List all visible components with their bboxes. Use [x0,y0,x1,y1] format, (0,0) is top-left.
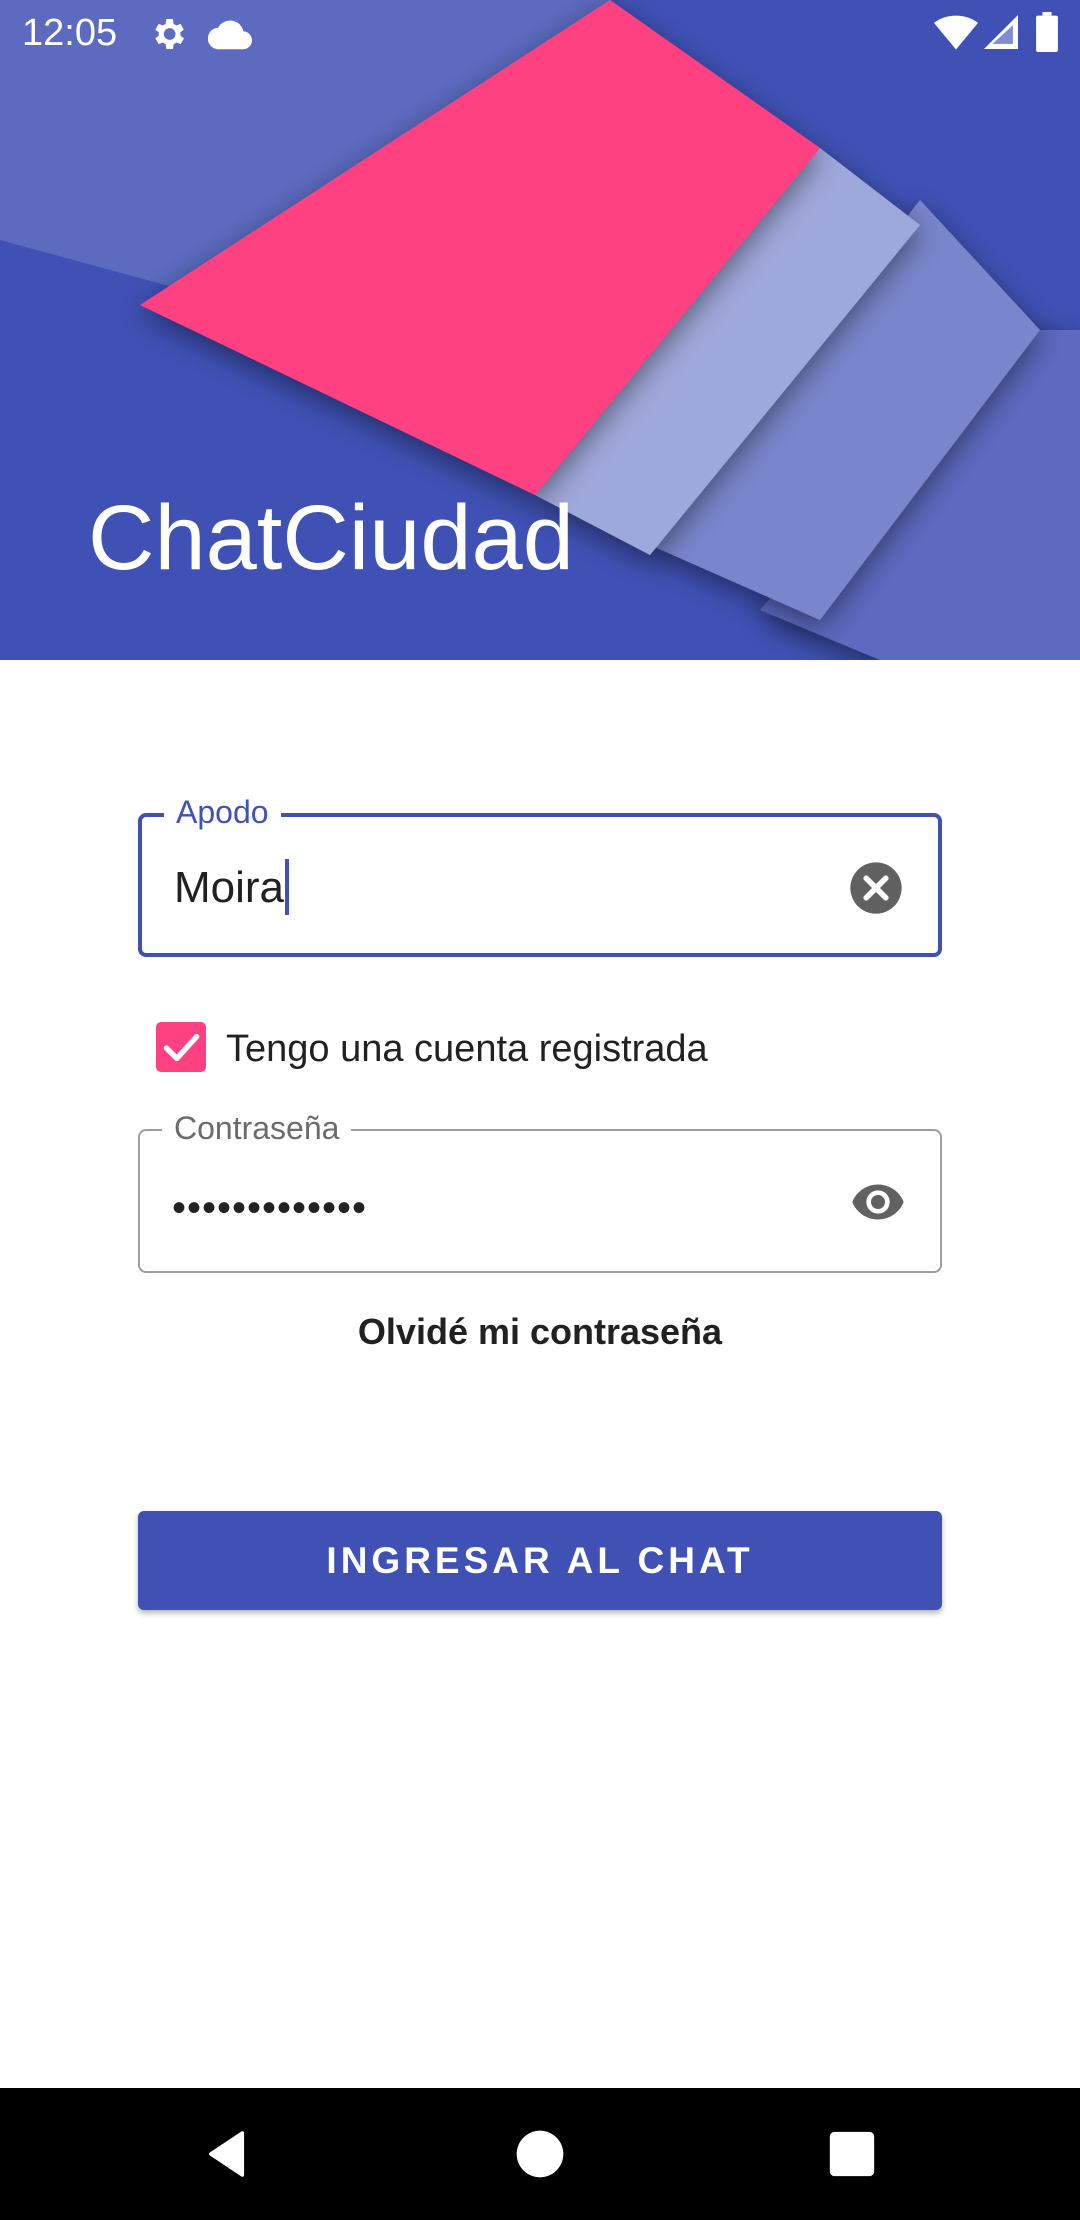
nickname-input[interactable]: Moira [174,863,284,912]
nickname-field[interactable]: Apodo Moira [138,793,942,957]
settings-icon [155,19,184,49]
password-input[interactable]: ••••••••••••• [172,1181,367,1235]
back-icon[interactable] [198,2126,254,2182]
nickname-input-wrap[interactable]: Moira [174,859,290,916]
show-password-eye-icon[interactable] [850,1174,906,1230]
wifi-icon [934,15,978,50]
checkbox-checked[interactable] [156,1022,206,1072]
status-time: 12:05 [22,12,118,54]
cloud-icon [208,20,252,50]
forgot-password-link[interactable]: Olvidé mi contraseña [138,1307,942,1357]
password-field[interactable]: Contraseña ••••••••••••• [138,1109,942,1273]
recents-icon[interactable] [824,2126,880,2182]
app-header: 12:05 ChatCiudad [0,0,1080,660]
battery-icon [1036,12,1058,52]
password-label: Contraseña [162,1109,352,1147]
enter-chat-button[interactable]: INGRESAR AL CHAT [138,1511,942,1610]
navigation-bar [0,2088,1080,2220]
registered-account-label[interactable]: Tengo una cuenta registrada [226,1026,708,1072]
text-cursor [285,859,290,916]
home-icon[interactable] [512,2126,568,2182]
clear-text-icon[interactable] [848,860,904,916]
check-icon [163,1033,200,1062]
signal-icon [984,15,1018,49]
app-title: ChatCiudad [88,487,574,589]
status-bar: 12:05 [0,0,1080,66]
nickname-label: Apodo [164,793,281,831]
registered-account-checkbox[interactable]: Tengo una cuenta registrada [156,1022,856,1074]
